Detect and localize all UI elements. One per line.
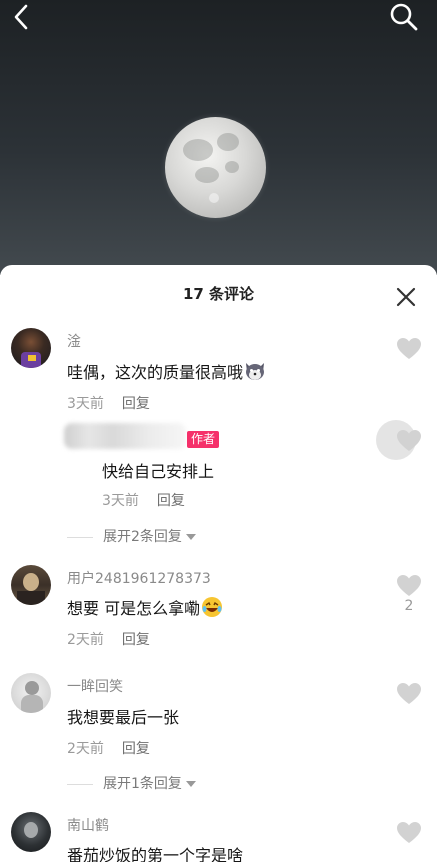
- comment-text: 想要 可是怎么拿嘞: [67, 595, 223, 619]
- avatar[interactable]: [11, 328, 51, 368]
- like-heart-icon[interactable]: [396, 429, 422, 453]
- like-heart-icon[interactable]: [396, 574, 422, 598]
- avatar[interactable]: [11, 673, 51, 713]
- close-button[interactable]: [394, 285, 418, 309]
- author-badge: 作者: [187, 431, 220, 448]
- comment-username[interactable]: 一眸回笑: [67, 676, 123, 696]
- comment-meta: 2天前 回复: [67, 629, 150, 649]
- reply-text: 快给自己安排上: [102, 462, 215, 481]
- like-heart-icon[interactable]: [396, 337, 422, 361]
- husky-emoji-icon: [246, 363, 265, 380]
- reply-button[interactable]: 回复: [122, 396, 150, 412]
- search-button[interactable]: [388, 1, 420, 33]
- like-count: 2: [404, 598, 414, 614]
- reply-button[interactable]: 回复: [157, 493, 185, 509]
- comment-time: 3天前: [67, 396, 104, 412]
- comment-count-title: 17 条评论: [182, 285, 255, 303]
- comment-time: 2天前: [67, 741, 104, 757]
- comment-text: 哇偶，这次的质量很高哦: [67, 359, 266, 383]
- reply-button[interactable]: 回复: [122, 741, 150, 757]
- expand-replies-button[interactable]: 展开1条回复: [67, 773, 196, 793]
- expand-replies-button[interactable]: 展开2条回复: [67, 526, 196, 546]
- close-icon: [396, 287, 416, 307]
- avatar[interactable]: [11, 812, 51, 852]
- caret-down-icon: [185, 781, 196, 787]
- caret-down-icon: [185, 534, 196, 540]
- comment-meta: 3天前 回复: [67, 393, 150, 413]
- reply-button[interactable]: 回复: [122, 632, 150, 648]
- comments-sheet: 17 条评论: [0, 265, 437, 862]
- comment-username[interactable]: 淦: [67, 331, 81, 351]
- search-icon: [390, 3, 418, 31]
- avatar[interactable]: [11, 565, 51, 605]
- comment-username[interactable]: 用户2481961278373: [67, 568, 211, 588]
- comment-time: 2天前: [67, 632, 104, 648]
- reply-time: 3天前: [102, 493, 139, 509]
- chevron-left-icon: [14, 4, 28, 30]
- reply-meta: 3天前 回复: [102, 490, 185, 510]
- like-heart-icon[interactable]: [396, 682, 422, 706]
- moon-image: [165, 117, 266, 218]
- back-button[interactable]: [8, 2, 38, 32]
- video-background: [0, 0, 437, 275]
- comment-text: 番茄炒饭的第一个字是啥: [67, 846, 244, 862]
- comment-text: 我想要最后一张: [67, 708, 180, 727]
- like-heart-icon[interactable]: [396, 821, 422, 845]
- comment-meta: 2天前 回复: [67, 738, 150, 758]
- blurred-author-name: [64, 423, 186, 449]
- laughing-emoji-icon: [202, 597, 223, 617]
- comment-username[interactable]: 南山鹤: [67, 815, 109, 835]
